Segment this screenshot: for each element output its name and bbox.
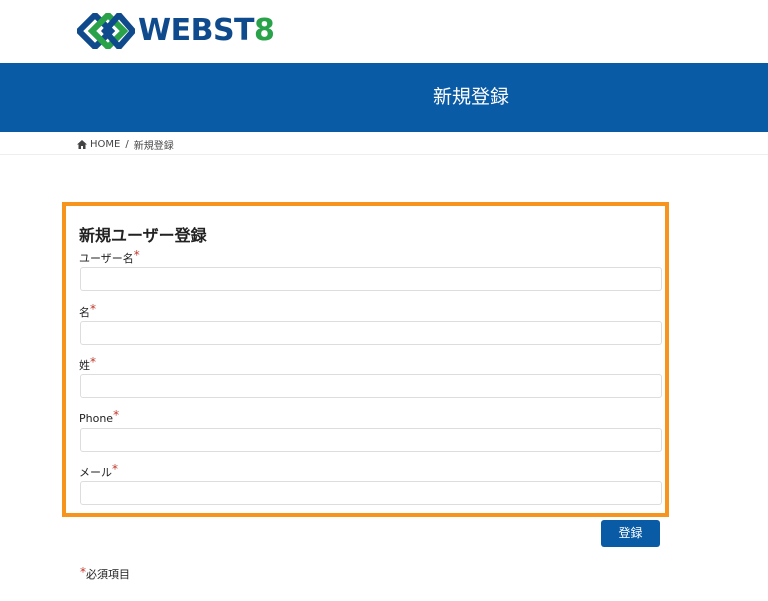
username-input[interactable] [80, 267, 662, 291]
logo-text: WEBST8 [138, 13, 275, 49]
breadcrumb: HOME / 新規登録 [77, 137, 174, 152]
username-label: ユーザー名* [79, 248, 140, 266]
email-label-text: メール [79, 466, 112, 479]
email-input[interactable] [80, 481, 662, 505]
required-mark: * [90, 355, 96, 369]
required-note-text: 必須項目 [86, 568, 130, 581]
required-mark: * [133, 248, 140, 262]
form-title: 新規ユーザー登録 [79, 226, 207, 245]
site-header: WEBST8 [0, 0, 768, 63]
first-name-label: 名* [79, 302, 96, 320]
required-mark: * [112, 462, 118, 476]
last-name-label-text: 姓 [79, 359, 90, 372]
phone-label: Phone* [79, 408, 120, 425]
first-name-label-text: 名 [79, 306, 90, 319]
register-button[interactable]: 登録 [601, 520, 660, 547]
last-name-label: 姓* [79, 355, 96, 373]
logo-text-accent: 8 [254, 13, 275, 48]
first-name-input[interactable] [80, 321, 662, 345]
page-title: 新規登録 [432, 86, 509, 108]
last-name-input[interactable] [80, 374, 662, 398]
site-logo[interactable]: WEBST8 [77, 13, 275, 49]
required-mark: * [80, 565, 86, 579]
logo-mark-icon [77, 13, 135, 49]
logo-text-main: WEBST [138, 13, 255, 48]
breadcrumb-divider [0, 154, 768, 155]
home-icon [77, 139, 87, 149]
email-label: メール* [79, 462, 118, 480]
phone-label-text: Phone [79, 412, 114, 425]
breadcrumb-home-link[interactable]: HOME [90, 139, 120, 150]
required-mark: * [113, 408, 120, 422]
username-label-text: ユーザー名 [79, 252, 134, 265]
phone-input[interactable] [80, 428, 662, 452]
page-banner: 新規登録 [0, 63, 768, 132]
required-mark: * [90, 302, 96, 316]
registration-form: 新規ユーザー登録 ユーザー名* 名* 姓* Phone* メール* [62, 202, 669, 517]
breadcrumb-separator: / [125, 138, 129, 150]
required-note: *必須項目 [80, 565, 130, 582]
breadcrumb-current: 新規登録 [133, 140, 174, 152]
